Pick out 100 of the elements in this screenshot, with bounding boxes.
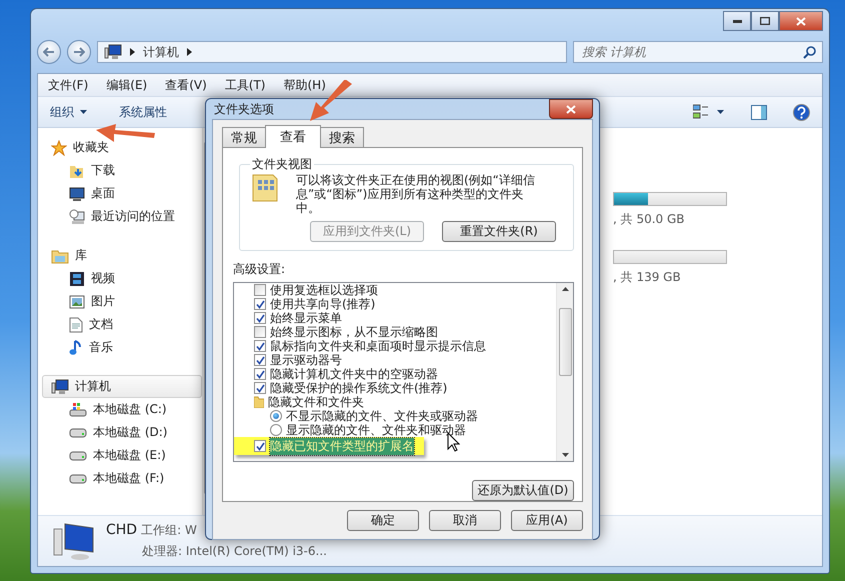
dialog-title: 文件夹选项 — [214, 100, 274, 118]
checkbox[interactable] — [254, 440, 266, 452]
checkbox[interactable] — [254, 354, 266, 366]
close-button[interactable] — [549, 99, 593, 119]
option-label[interactable]: 不显示隐藏的文件、文件夹或驱动器 — [286, 408, 478, 424]
minimize-icon — [732, 20, 742, 22]
help-icon[interactable] — [793, 104, 810, 120]
address-bar[interactable]: 计算机 — [97, 41, 567, 63]
option-label[interactable]: 显示隐藏的文件、文件夹和驱动器 — [286, 422, 466, 438]
search-field[interactable]: 搜索 计算机 — [573, 41, 823, 63]
caret-icon — [80, 110, 87, 114]
group-label: 隐藏文件和文件夹 — [268, 394, 364, 410]
option-label[interactable]: 始终显示图标，从不显示缩略图 — [270, 324, 438, 340]
maximize-icon — [760, 17, 770, 25]
tab[interactable]: 搜索 — [320, 127, 364, 148]
picture-icon — [69, 294, 85, 310]
option-label[interactable]: 使用共享向导(推荐) — [270, 296, 376, 312]
forward-button[interactable] — [67, 40, 91, 64]
checkbox[interactable] — [254, 326, 266, 338]
back-arrow-icon — [43, 47, 55, 57]
sidebar-item[interactable]: 本地磁盘 (C:) — [50, 398, 202, 421]
close-icon — [796, 16, 806, 26]
scrollbar[interactable] — [556, 283, 573, 461]
option-label[interactable]: 隐藏计算机文件夹中的空驱动器 — [270, 366, 438, 382]
menu-item[interactable]: 文件(F) — [46, 76, 90, 94]
checkbox[interactable] — [254, 298, 266, 310]
document-icon — [69, 316, 83, 332]
drive-icon — [69, 428, 87, 438]
breadcrumb[interactable]: 计算机 — [143, 44, 179, 60]
sidebar-item[interactable]: 最近访问的位置 — [50, 205, 202, 228]
search-icon — [803, 46, 816, 58]
forward-arrow-icon — [73, 47, 85, 57]
tab[interactable]: 常规 — [222, 127, 266, 148]
computer-name: CHD — [106, 522, 138, 538]
checkbox[interactable] — [254, 382, 266, 394]
menu-item[interactable]: 编辑(E) — [104, 76, 150, 94]
preview-pane-icon[interactable] — [751, 104, 767, 120]
monitor-icon — [69, 186, 85, 202]
advanced-settings-label: 高级设置: — [233, 261, 286, 278]
checkbox[interactable] — [254, 368, 266, 380]
search-input[interactable]: 搜索 计算机 — [580, 44, 803, 60]
checkbox[interactable] — [254, 284, 266, 296]
sidebar-item[interactable]: 本地磁盘 (F:) — [50, 467, 202, 490]
sidebar-item[interactable]: 本地磁盘 (D:) — [50, 421, 202, 444]
scroll-up-icon[interactable] — [562, 287, 568, 291]
toolbar-button[interactable]: 组织 — [50, 104, 87, 120]
option-label[interactable]: 隐藏受保护的操作系统文件(推荐) — [270, 380, 448, 396]
restore-defaults-button[interactable]: 还原为默认值(D) — [472, 480, 574, 501]
close-button[interactable] — [779, 11, 823, 31]
option-label[interactable]: 鼠标指向文件夹和桌面项时显示提示信息 — [270, 338, 486, 354]
radio-button[interactable] — [270, 424, 282, 436]
library-folder-icon — [51, 248, 69, 264]
group-heading: 文件夹视图 — [251, 156, 313, 173]
chevron-icon — [130, 48, 135, 56]
folder-views-description: 可以将该文件夹正在使用的视图(例如“详细信息”或“图标”)应用到所有这种类型的文件夹中。 — [296, 173, 536, 215]
sidebar-item[interactable]: 库 — [50, 244, 202, 267]
tab[interactable]: 查看 — [265, 125, 321, 148]
dialog-button[interactable]: 取消 — [429, 510, 501, 531]
sidebar-item[interactable]: 文档 — [50, 313, 202, 336]
toolbar-button[interactable]: 系统属性 — [119, 104, 167, 120]
view-options-icon[interactable] — [693, 104, 725, 120]
folder-icon — [254, 396, 264, 408]
folder-views-icon — [250, 173, 280, 203]
menu-item[interactable]: 查看(V) — [163, 76, 209, 94]
back-button[interactable] — [37, 40, 61, 64]
dialog-button[interactable]: 应用(A) — [511, 510, 583, 531]
dialog-button[interactable]: 确定 — [347, 510, 419, 531]
option-label[interactable]: 显示驱动器号 — [270, 352, 342, 368]
music-note-icon — [69, 340, 83, 356]
sidebar-item[interactable]: 视频 — [50, 267, 202, 290]
radio-button[interactable] — [270, 410, 282, 422]
chevron-icon — [187, 48, 192, 56]
menu-item[interactable]: 工具(T) — [222, 76, 268, 94]
star-icon — [51, 140, 67, 156]
drive-capacity: , 共 139 GB — [613, 269, 682, 286]
minimize-button[interactable] — [723, 11, 751, 31]
sidebar-item[interactable]: 下载 — [50, 159, 202, 182]
option-label[interactable]: 始终显示菜单 — [270, 310, 342, 326]
processor-text: 处理器: Intel(R) Core(TM) i3-6... — [141, 543, 327, 560]
maximize-button[interactable] — [751, 11, 779, 31]
drive-icon — [69, 474, 87, 484]
sidebar-item[interactable]: 本地磁盘 (E:) — [50, 444, 202, 467]
computer-clock-icon — [69, 208, 85, 224]
sidebar-item[interactable]: 图片 — [50, 290, 202, 313]
sidebar-item[interactable]: 收藏夹 — [50, 136, 202, 159]
sidebar-item[interactable]: 桌面 — [50, 182, 202, 205]
computer-icon — [51, 378, 69, 394]
menu-item[interactable]: 帮助(H) — [282, 76, 328, 94]
drive-icon — [69, 450, 87, 460]
film-icon — [69, 270, 85, 286]
option-label[interactable]: 使用复选框以选择项 — [270, 283, 378, 298]
checkbox[interactable] — [254, 340, 266, 352]
sidebar-item[interactable]: 计算机 — [42, 375, 202, 398]
folder-view-button[interactable]: 重置文件夹(R) — [442, 221, 556, 242]
sidebar-item[interactable]: 音乐 — [50, 336, 202, 359]
system-drive-icon — [69, 402, 87, 418]
workgroup-text: 工作组: W — [141, 522, 197, 539]
close-icon — [566, 104, 576, 114]
scroll-down-icon[interactable] — [562, 453, 568, 457]
checkbox[interactable] — [254, 312, 266, 324]
